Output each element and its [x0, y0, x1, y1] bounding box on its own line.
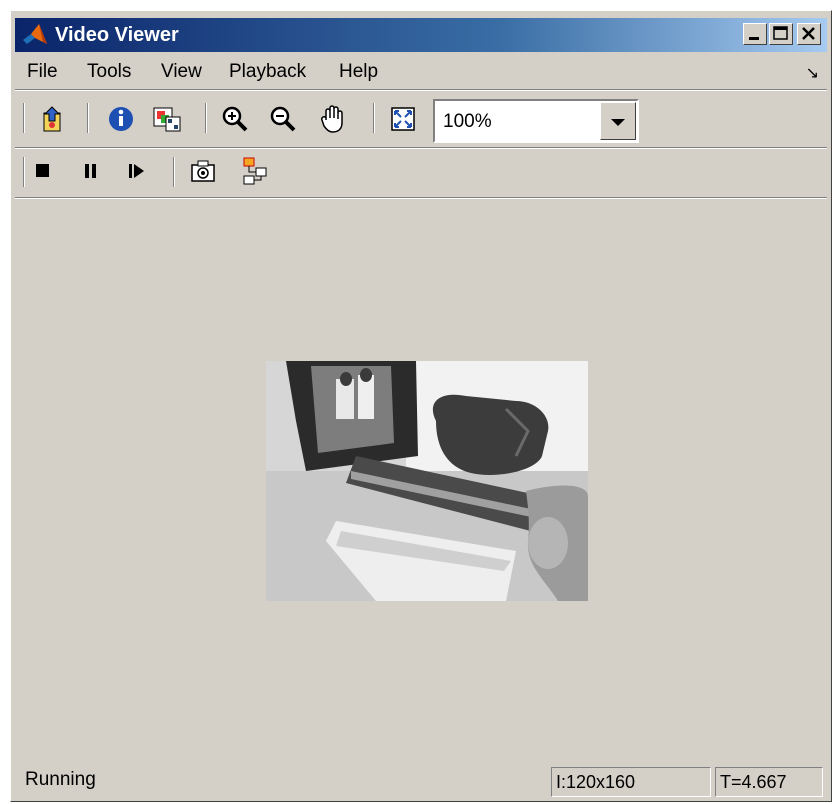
zoom-out-icon: [270, 106, 296, 132]
zoom-level-value: 100%: [443, 111, 492, 132]
toolbar-divider: [15, 147, 827, 149]
stop-button[interactable]: [27, 155, 59, 187]
minimize-button[interactable]: [743, 23, 767, 45]
maximize-icon: [773, 26, 788, 40]
menu-view[interactable]: View: [161, 61, 202, 83]
pan-button[interactable]: [317, 103, 349, 135]
zoom-in-icon: [222, 106, 248, 132]
stop-icon: [36, 164, 49, 177]
open-file-icon: [43, 106, 61, 132]
info-icon: [109, 107, 133, 131]
toolbar-grip: [23, 157, 25, 187]
status-bar: Running I:120x160 T=4.667: [15, 763, 827, 797]
hand-pan-icon: [321, 105, 343, 133]
fit-to-window-icon: [391, 107, 415, 131]
dock-arrow-icon[interactable]: ↘: [806, 63, 819, 83]
toolbar-separator: [373, 103, 375, 133]
zoom-level-dropdown[interactable]: 100%: [433, 99, 639, 143]
toolbar-separator: [173, 157, 175, 187]
open-file-button[interactable]: [37, 103, 69, 135]
menu-help[interactable]: Help: [339, 61, 378, 83]
close-icon: [802, 27, 815, 40]
pause-button[interactable]: [75, 155, 107, 187]
step-forward-button[interactable]: [121, 155, 153, 187]
menu-playback[interactable]: Playback: [229, 61, 306, 83]
pixel-region-icon: [153, 107, 181, 132]
time-field: T=4.667: [715, 767, 823, 797]
menu-separator: [15, 89, 827, 91]
simulink-block-icon: [243, 157, 267, 185]
pause-icon: [85, 164, 96, 178]
toolbar-divider: [15, 197, 827, 199]
highlight-simulink-block-button[interactable]: [239, 155, 271, 187]
snapshot-button[interactable]: [187, 155, 219, 187]
status-running: Running: [25, 769, 96, 790]
toolbar-separator: [87, 103, 89, 133]
menu-bar: File Tools View Playback Help ↘: [15, 55, 827, 85]
zoom-out-button[interactable]: [267, 103, 299, 135]
fit-to-window-button[interactable]: [387, 103, 419, 135]
toolbar-separator: [205, 103, 207, 133]
step-forward-icon: [129, 164, 144, 178]
window-title: Video Viewer: [55, 24, 179, 46]
matlab-logo-icon: [23, 24, 47, 44]
zoom-in-button[interactable]: [219, 103, 251, 135]
minimize-icon: [749, 37, 759, 40]
menu-tools[interactable]: Tools: [87, 61, 131, 83]
zoom-dropdown-button[interactable]: [600, 102, 636, 140]
video-viewer-window: Video Viewer File Tools View Playback He…: [10, 10, 832, 802]
video-frame-image: [266, 361, 588, 601]
title-bar[interactable]: Video Viewer: [15, 18, 827, 52]
camera-icon: [191, 160, 215, 182]
info-button[interactable]: [105, 103, 137, 135]
toolbar-grip: [23, 103, 25, 133]
menu-file[interactable]: File: [27, 61, 58, 83]
pixel-region-button[interactable]: [151, 103, 183, 135]
maximize-button[interactable]: [769, 23, 793, 45]
close-button[interactable]: [797, 23, 821, 45]
chevron-down-icon: [611, 119, 625, 126]
image-size-field: I:120x160: [551, 767, 711, 797]
